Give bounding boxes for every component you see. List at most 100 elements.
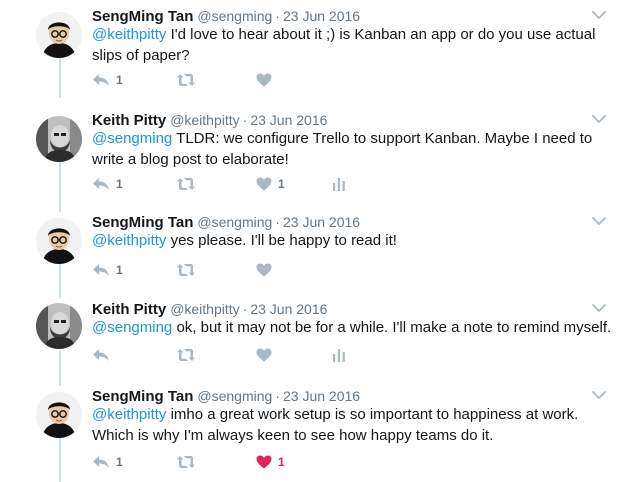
tweet-date[interactable]: 23 Jun 2016	[283, 214, 360, 230]
sengming-avatar-image	[36, 12, 82, 58]
tweet-text: @sengming ok, but it may not be for a wh…	[92, 317, 612, 338]
reply-icon	[93, 264, 109, 276]
chevron-down-icon[interactable]	[591, 214, 607, 228]
tweet-date[interactable]: 23 Jun 2016	[283, 388, 360, 404]
display-name[interactable]: SengMing Tan	[92, 388, 193, 405]
retweet-icon	[177, 264, 195, 276]
reply-icon	[93, 74, 109, 86]
keithpitty-avatar[interactable]	[36, 303, 82, 349]
tweet-actions: 1	[92, 70, 392, 90]
heart-icon	[256, 455, 272, 469]
retweet-button[interactable]	[176, 260, 202, 280]
sengming-avatar[interactable]	[36, 12, 82, 58]
tweet-text: @sengming TLDR: we configure Trello to s…	[92, 128, 612, 170]
reply-button[interactable]	[92, 345, 116, 365]
tweet-header: Keith Pitty @keithpitty · 23 Jun 2016	[92, 299, 327, 319]
heart-icon	[256, 348, 272, 362]
tweet-actions: 1	[92, 260, 392, 280]
retweet-icon	[177, 178, 195, 190]
chevron-down-icon[interactable]	[591, 301, 607, 315]
chevron-down-icon[interactable]	[591, 8, 607, 22]
display-name[interactable]: SengMing Tan	[92, 214, 193, 231]
tweet-date[interactable]: 23 Jun 2016	[250, 301, 327, 317]
user-handle[interactable]: @sengming	[197, 8, 272, 24]
tweet-text: @keithpitty I'd love to hear about it ;)…	[92, 24, 612, 66]
heart-icon	[256, 177, 272, 191]
display-name[interactable]: Keith Pitty	[92, 301, 166, 318]
tweet[interactable]: SengMing Tan @sengming · 23 Jun 2016 @keith…	[0, 212, 627, 284]
sengming-avatar-image	[36, 218, 82, 264]
separator-dot: ·	[242, 301, 248, 317]
reply-button[interactable]: 1	[92, 70, 123, 90]
tweet[interactable]: SengMing Tan @sengming · 23 Jun 2016 @keith…	[0, 6, 627, 96]
tweet-actions: 1 1	[92, 452, 392, 472]
separator-dot: ·	[275, 214, 280, 230]
reply-count: 1	[116, 455, 123, 469]
tweet-body: yes please. I'll be happy to read it!	[166, 232, 397, 249]
tweet-actions: 1 1	[92, 174, 392, 194]
keithpitty-avatar[interactable]	[36, 116, 82, 162]
retweet-button[interactable]	[176, 452, 202, 472]
tweet-date[interactable]: 23 Jun 2016	[250, 112, 327, 128]
mention-link[interactable]: @sengming	[92, 319, 172, 336]
reply-icon	[93, 456, 109, 468]
analytics-icon	[333, 349, 345, 362]
reply-icon	[93, 349, 109, 361]
reply-icon	[93, 178, 109, 190]
like-button[interactable]	[256, 345, 278, 365]
user-handle[interactable]: @keithpitty	[170, 301, 239, 317]
retweet-icon	[177, 74, 195, 86]
reply-count: 1	[116, 263, 123, 277]
retweet-button[interactable]	[176, 345, 202, 365]
display-name[interactable]: SengMing Tan	[92, 8, 193, 25]
tweet-text: @keithpitty yes please. I'll be happy to…	[92, 230, 612, 251]
analytics-button[interactable]	[332, 174, 346, 194]
reply-count: 1	[116, 177, 123, 191]
reply-button[interactable]: 1	[92, 452, 123, 472]
reply-button[interactable]: 1	[92, 174, 123, 194]
separator-dot: ·	[275, 388, 280, 404]
tweet-body: ok, but it may not be for a while. I'll …	[172, 319, 612, 336]
display-name[interactable]: Keith Pitty	[92, 112, 166, 129]
retweet-button[interactable]	[176, 174, 202, 194]
tweet[interactable]: Keith Pitty @keithpitty · 23 Jun 2016 @seng…	[0, 110, 627, 202]
sengming-avatar[interactable]	[36, 218, 82, 264]
keithpitty-avatar-image	[36, 303, 82, 349]
heart-icon	[256, 263, 272, 277]
like-button[interactable]	[256, 260, 278, 280]
like-count: 1	[278, 455, 285, 469]
separator-dot: ·	[242, 112, 248, 128]
tweet[interactable]: SengMing Tan @sengming · 23 Jun 2016 @keith…	[0, 386, 627, 480]
like-count: 1	[278, 177, 285, 191]
like-button[interactable]: 1	[256, 174, 285, 194]
tweet-header: Keith Pitty @keithpitty · 23 Jun 2016	[92, 110, 327, 130]
like-button[interactable]: 1	[256, 452, 285, 472]
user-handle[interactable]: @keithpitty	[170, 112, 239, 128]
analytics-button[interactable]	[332, 345, 346, 365]
tweet-date[interactable]: 23 Jun 2016	[283, 8, 360, 24]
retweet-button[interactable]	[176, 70, 202, 90]
tweet-header: SengMing Tan @sengming · 23 Jun 2016	[92, 6, 360, 26]
mention-link[interactable]: @keithpitty	[92, 406, 166, 423]
like-button[interactable]	[256, 70, 278, 90]
tweet-actions	[92, 345, 392, 365]
tweet-header: SengMing Tan @sengming · 23 Jun 2016	[92, 386, 360, 406]
reply-count: 1	[116, 73, 123, 87]
mention-link[interactable]: @keithpitty	[92, 232, 166, 249]
sengming-avatar[interactable]	[36, 392, 82, 438]
retweet-icon	[177, 349, 195, 361]
tweet[interactable]: Keith Pitty @keithpitty · 23 Jun 2016 @seng…	[0, 299, 627, 371]
separator-dot: ·	[275, 8, 280, 24]
user-handle[interactable]: @sengming	[197, 214, 272, 230]
heart-icon	[256, 73, 272, 87]
sengming-avatar-image	[36, 392, 82, 438]
analytics-icon	[333, 178, 345, 191]
mention-link[interactable]: @sengming	[92, 130, 172, 147]
user-handle[interactable]: @sengming	[197, 388, 272, 404]
reply-button[interactable]: 1	[92, 260, 123, 280]
keithpitty-avatar-image	[36, 116, 82, 162]
mention-link[interactable]: @keithpitty	[92, 26, 166, 43]
chevron-down-icon[interactable]	[591, 112, 607, 126]
chevron-down-icon[interactable]	[591, 388, 607, 402]
retweet-icon	[177, 456, 195, 468]
